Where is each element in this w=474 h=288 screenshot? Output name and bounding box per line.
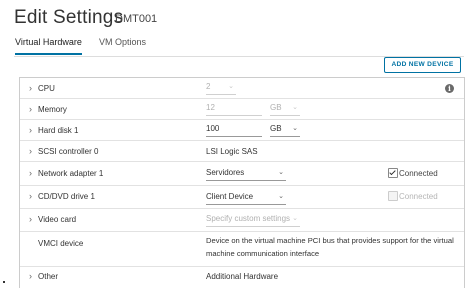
network-select[interactable]: Servidores ⌄ <box>206 168 286 181</box>
hardware-row-cd-dvd-drive: › CD/DVD drive 1 Client Device ⌄ Connect… <box>20 186 464 209</box>
cd-dvd-value: Client Device <box>206 192 254 201</box>
memory-input[interactable]: 12 <box>206 103 262 116</box>
chevron-down-icon: ⌄ <box>292 125 298 132</box>
hardware-list: › CPU 2 ⌄ i › Memory 12 GB ⌄ › Hard disk… <box>19 77 465 288</box>
chevron-right-icon[interactable]: › <box>29 191 32 201</box>
tab-virtual-hardware[interactable]: Virtual Hardware <box>15 37 82 55</box>
chevron-right-icon[interactable]: › <box>29 271 32 281</box>
vmci-label: VMCI device <box>38 239 84 248</box>
hard-disk-unit-select[interactable]: GB ⌄ <box>270 124 300 137</box>
chevron-right-icon[interactable]: › <box>29 168 32 178</box>
vm-name: DMT001 <box>115 13 158 25</box>
hardware-row-other: › Other Additional Hardware <box>20 267 464 287</box>
video-card-select[interactable]: Specify custom settings ⌄ <box>206 214 300 227</box>
dialog-title: Edit Settings <box>14 7 124 28</box>
scsi-value: LSI Logic SAS <box>206 147 258 156</box>
hard-disk-unit: GB <box>270 124 282 133</box>
info-icon[interactable]: i <box>445 84 454 93</box>
chevron-right-icon[interactable]: › <box>29 214 32 224</box>
add-new-device-button[interactable]: ADD NEW DEVICE <box>384 57 461 73</box>
chevron-right-icon[interactable]: › <box>29 125 32 135</box>
vmci-description: Device on the virtual machine PCI bus th… <box>206 236 454 258</box>
cpu-label: CPU <box>38 84 55 93</box>
cd-dvd-connected-label: Connected <box>399 192 438 201</box>
tab-bar: Virtual Hardware VM Options <box>14 37 464 57</box>
network-adapter-label: Network adapter 1 <box>38 169 104 178</box>
hard-disk-label: Hard disk 1 <box>38 126 79 135</box>
network-connected-checkbox[interactable] <box>388 168 398 178</box>
hardware-row-scsi-controller: › SCSI controller 0 LSI Logic SAS <box>20 141 464 162</box>
hardware-row-network-adapter: › Network adapter 1 Servidores ⌄ Connect… <box>20 162 464 186</box>
cd-dvd-label: CD/DVD drive 1 <box>38 192 95 201</box>
chevron-right-icon[interactable]: › <box>29 146 32 156</box>
hardware-row-video-card: › Video card Specify custom settings ⌄ <box>20 209 464 232</box>
network-value: Servidores <box>206 168 245 177</box>
chevron-right-icon[interactable]: › <box>29 104 32 114</box>
chevron-down-icon: ⌄ <box>292 104 298 111</box>
hard-disk-size-input[interactable]: 100 <box>206 124 262 137</box>
chevron-down-icon: ⌄ <box>292 215 298 222</box>
cd-dvd-select[interactable]: Client Device ⌄ <box>206 192 286 205</box>
chevron-right-icon[interactable]: › <box>29 83 32 93</box>
video-card-label: Video card <box>38 215 77 224</box>
cpu-value: 2 <box>206 82 211 91</box>
other-value: Additional Hardware <box>206 272 279 281</box>
hardware-row-vmci-device: VMCI device Device on the virtual machin… <box>20 232 464 267</box>
divider-mark <box>3 281 5 283</box>
scsi-label: SCSI controller 0 <box>38 147 99 156</box>
chevron-down-icon: ⌄ <box>228 83 234 90</box>
hardware-row-memory: › Memory 12 GB ⌄ <box>20 99 464 120</box>
hardware-row-hard-disk: › Hard disk 1 100 GB ⌄ <box>20 120 464 141</box>
hardware-row-cpu: › CPU 2 ⌄ i <box>20 78 464 99</box>
video-card-value: Specify custom settings <box>206 214 291 223</box>
chevron-down-icon: ⌄ <box>278 193 284 200</box>
memory-unit: GB <box>270 103 282 112</box>
other-label: Other <box>38 272 59 281</box>
memory-unit-select[interactable]: GB ⌄ <box>270 103 300 116</box>
network-connected-label: Connected <box>399 169 438 178</box>
tab-vm-options[interactable]: VM Options <box>99 37 146 53</box>
cd-dvd-connected-checkbox[interactable] <box>388 191 398 201</box>
cpu-select[interactable]: 2 ⌄ <box>206 82 236 95</box>
edit-settings-dialog: Edit Settings DMT001 Virtual Hardware VM… <box>0 0 474 288</box>
memory-label: Memory <box>38 105 67 114</box>
chevron-down-icon: ⌄ <box>278 169 284 176</box>
